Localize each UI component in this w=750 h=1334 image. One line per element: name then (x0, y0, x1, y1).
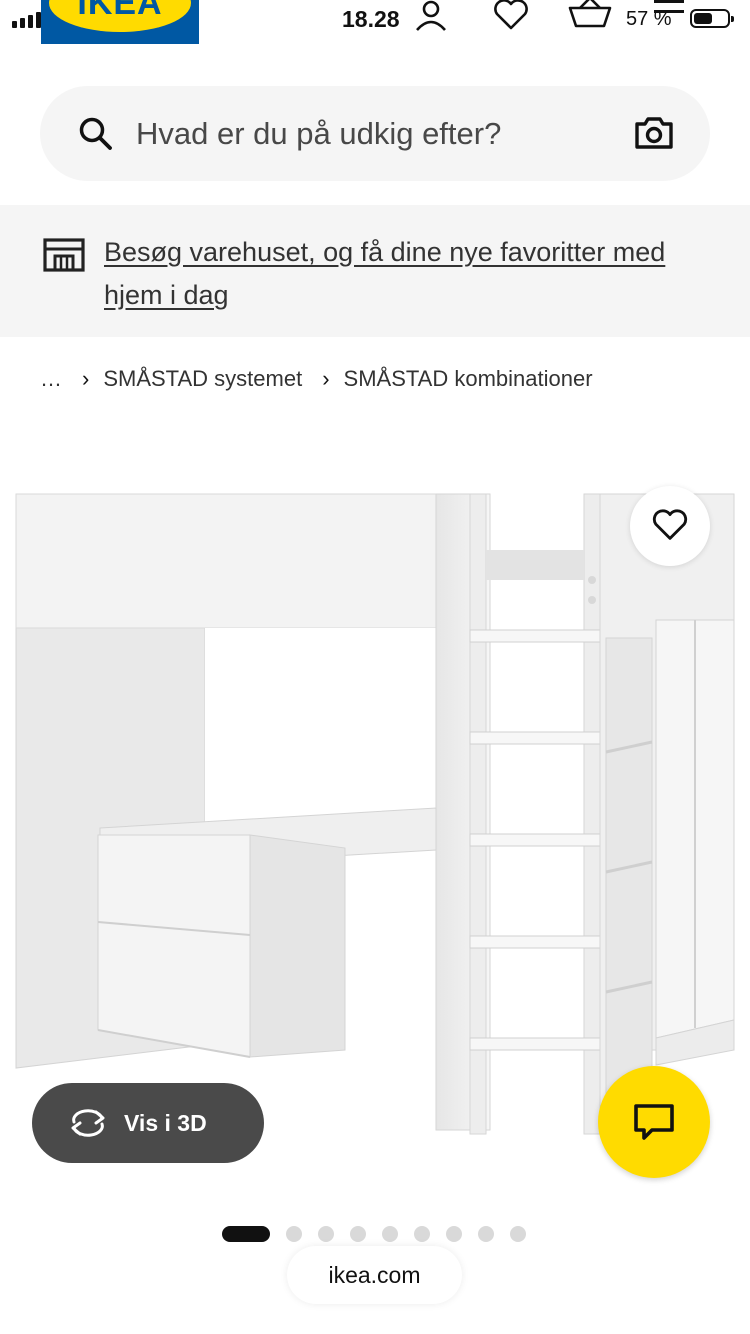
carousel-dot[interactable] (318, 1226, 334, 1242)
carousel-dot[interactable] (414, 1226, 430, 1242)
heart-icon (652, 509, 688, 540)
search-icon (79, 117, 112, 150)
chevron-right-icon: › (322, 366, 330, 391)
basket-icon[interactable] (566, 0, 614, 32)
add-to-favourites-button[interactable] (630, 486, 710, 566)
search-bar[interactable] (40, 86, 710, 181)
chat-icon (634, 1104, 674, 1140)
breadcrumb-ellipsis[interactable]: … (40, 366, 62, 392)
carousel-dot[interactable] (446, 1226, 462, 1242)
carousel-dot-active[interactable] (222, 1226, 270, 1242)
carousel-dot[interactable] (510, 1226, 526, 1242)
carousel-pagination[interactable] (222, 1226, 526, 1242)
rotate-3d-icon (71, 1109, 105, 1137)
browser-url-text: ikea.com (328, 1261, 421, 1288)
view-in-3d-label: Vis i 3D (124, 1109, 207, 1136)
breadcrumb-item-smastad-combinations[interactable]: SMÅSTAD kombinationer (344, 366, 593, 392)
heart-icon[interactable] (491, 0, 531, 32)
camera-icon[interactable] (634, 116, 674, 150)
store-banner[interactable]: Besøg varehuset, og få dine nye favoritt… (0, 205, 750, 337)
chevron-right-icon: › (82, 366, 90, 391)
search-input[interactable] (136, 110, 616, 158)
product-image-loft-bed[interactable] (0, 490, 750, 1160)
battery-icon (690, 9, 734, 28)
carousel-dot[interactable] (286, 1226, 302, 1242)
carousel-dot[interactable] (350, 1226, 366, 1242)
carousel-dot[interactable] (382, 1226, 398, 1242)
signal-icon (12, 12, 41, 28)
store-banner-link[interactable]: Besøg varehuset, og få dine nye favoritt… (104, 231, 704, 317)
view-in-3d-button[interactable]: Vis i 3D (32, 1083, 264, 1163)
status-bar: 3 IKEA 18.28 57 % (0, 0, 750, 46)
breadcrumb-item-smastad-system[interactable]: SMÅSTAD systemet (103, 366, 302, 392)
carousel-dot[interactable] (478, 1226, 494, 1242)
browser-url-bar[interactable]: ikea.com (287, 1246, 462, 1304)
menu-icon[interactable] (652, 0, 688, 30)
store-icon (43, 238, 85, 272)
chat-button[interactable] (598, 1066, 710, 1178)
ikea-logo[interactable]: IKEA (41, 0, 199, 44)
breadcrumb: … › SMÅSTAD systemet › SMÅSTAD kombinati… (40, 364, 593, 394)
person-icon[interactable] (413, 0, 449, 32)
status-time: 18.28 (342, 6, 400, 32)
